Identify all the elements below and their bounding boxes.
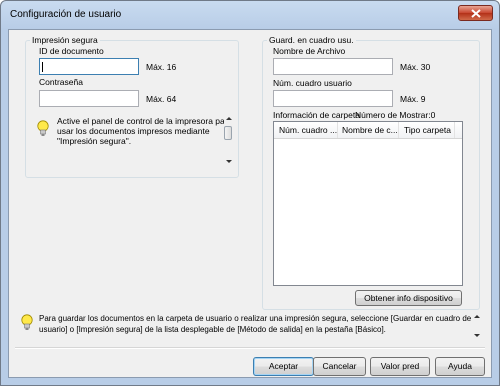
doc-id-max-label: Máx. 16 <box>146 62 177 72</box>
cancel-button[interactable]: Cancelar <box>313 357 366 376</box>
filename-label: Nombre de Archivo <box>273 46 346 56</box>
scroll-down-arrow-icon[interactable] <box>474 334 480 337</box>
column-divider[interactable] <box>398 122 399 138</box>
filename-max-label: Máx. 30 <box>400 62 431 72</box>
column-header-box-number[interactable]: Núm. cuadro ... <box>279 125 337 135</box>
column-divider[interactable] <box>454 122 455 138</box>
secure-print-hint-line2: usar los documentos impresos mediante <box>57 126 210 136</box>
scroll-thumb[interactable] <box>224 126 232 140</box>
folder-list-header: Núm. cuadro ... Nombre de c... Tipo carp… <box>274 122 462 139</box>
bottom-hint-line2: usuario] o [Impresión segura] de la list… <box>39 325 386 334</box>
password-input[interactable] <box>39 90 139 107</box>
box-number-max-label: Máx. 9 <box>400 94 426 104</box>
scroll-down-arrow-icon[interactable] <box>226 160 232 163</box>
box-number-label: Núm. cuadro usuario <box>273 78 352 88</box>
doc-id-input[interactable] <box>39 58 139 75</box>
password-label: Contraseña <box>39 77 83 87</box>
bottom-hint-line1: Para guardar los documentos en la carpet… <box>39 314 472 323</box>
secure-print-hint-line1: Active el panel de control de la impreso… <box>57 116 233 126</box>
get-device-info-button[interactable]: Obtener info dispositivo <box>355 290 462 306</box>
bottom-hint-scrollbar[interactable] <box>472 312 481 340</box>
password-max-label: Máx. 64 <box>146 94 177 104</box>
dialog-client-area: Impresión segura ID de documento Máx. 16… <box>8 29 492 378</box>
window-title: Configuración de usuario <box>10 9 122 20</box>
user-box-group-title: Guard. en cuadro usu. <box>267 35 356 45</box>
column-header-folder-name[interactable]: Nombre de c... <box>342 125 398 135</box>
secure-print-hint-line3: "Impresión segura". <box>57 136 132 146</box>
box-number-input[interactable] <box>273 90 393 107</box>
close-icon <box>471 9 481 18</box>
text-caret <box>42 62 43 72</box>
filename-input[interactable] <box>273 58 393 75</box>
close-button[interactable] <box>458 5 493 21</box>
column-divider[interactable] <box>337 122 338 138</box>
column-header-folder-type[interactable]: Tipo carpeta <box>404 125 451 135</box>
lightbulb-icon <box>21 314 33 330</box>
dialog-window: Configuración de usuario Impresión segur… <box>0 0 500 386</box>
secure-print-group-title: Impresión segura <box>30 35 100 45</box>
scroll-up-arrow-icon[interactable] <box>226 117 232 120</box>
footer-separator <box>15 347 485 349</box>
doc-id-label: ID de documento <box>39 46 104 56</box>
help-button[interactable]: Ayuda <box>435 357 485 376</box>
folder-list[interactable]: Núm. cuadro ... Nombre de c... Tipo carp… <box>273 121 463 286</box>
hint-scrollbar[interactable] <box>224 114 233 166</box>
default-value-button[interactable]: Valor pred <box>370 357 430 376</box>
show-number-label: Número de Mostrar:0 <box>355 110 436 120</box>
title-bar: Configuración de usuario <box>1 1 499 29</box>
scroll-up-arrow-icon[interactable] <box>474 315 480 318</box>
lightbulb-icon <box>37 120 49 136</box>
accept-button[interactable]: Aceptar <box>253 357 314 376</box>
folder-info-label: Información de carpeta <box>273 110 360 120</box>
